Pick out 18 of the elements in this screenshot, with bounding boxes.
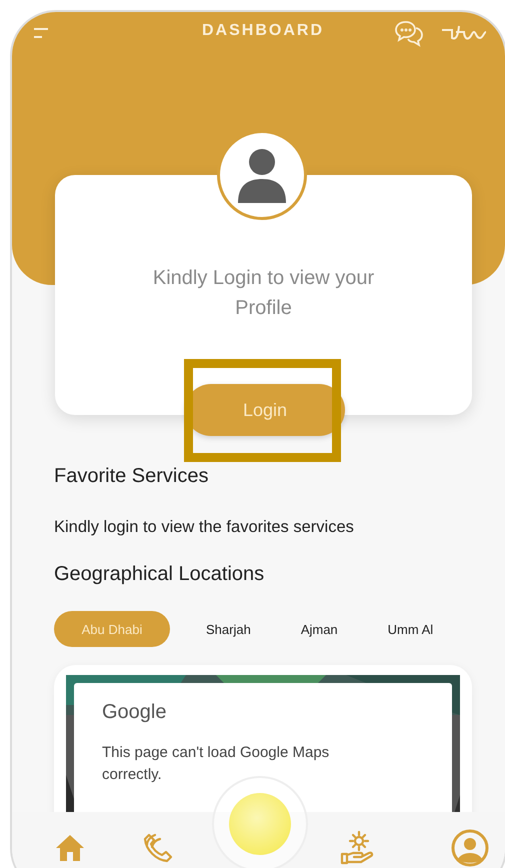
login-prompt-text: Kindly Login to view your Profile (152, 266, 376, 321)
dialog-message: This page can't load Google Maps correctly. (102, 743, 330, 785)
home-icon (54, 832, 86, 864)
chat-icon[interactable] (394, 20, 424, 48)
section-heading: Favorite Services (54, 465, 210, 488)
nav-button[interactable] (450, 828, 490, 868)
user-silhouette-icon (236, 147, 288, 203)
section-heading: Geographical Locations (54, 563, 266, 586)
dialog-title: Google (102, 701, 168, 724)
location-tab[interactable]: Umm Al (374, 611, 448, 647)
page-title: DASHBOARD (202, 22, 324, 40)
menu-icon[interactable] (34, 26, 48, 40)
location-tab[interactable]: Sharjah (192, 611, 265, 647)
phone-icon (141, 831, 175, 865)
helping-hand-gear-icon (339, 830, 375, 866)
profile-icon (451, 829, 489, 867)
favorites-message: Kindly login to view the favorites services (54, 518, 355, 537)
location-tab[interactable]: Ajman (286, 611, 352, 647)
